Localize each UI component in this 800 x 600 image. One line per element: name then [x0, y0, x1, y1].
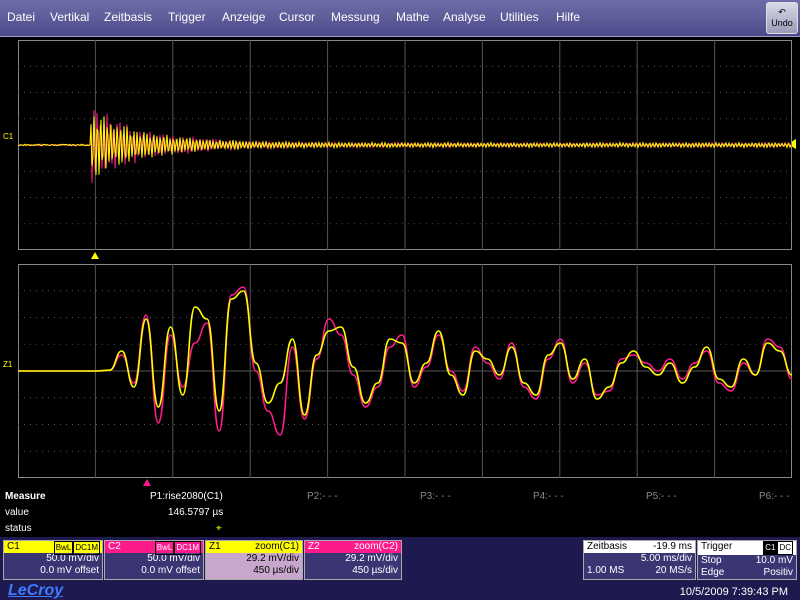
trigger-position-marker [91, 252, 99, 259]
measure-p1-label[interactable]: P1:rise2080(C1) [150, 491, 223, 502]
brand-logo: LeCroy [8, 582, 64, 599]
timebase-div: 5.00 ms/div [640, 553, 692, 564]
c1-descriptor[interactable]: C1 BwL DC1M 50.0 mV/div 0.0 mV offset [3, 540, 103, 580]
z2-header: Z2 zoom(C2) [305, 541, 401, 553]
c1-coupling-tag: DC1M [73, 541, 100, 555]
trigger-slope: Positiv [763, 567, 793, 578]
trigger-descriptor[interactable]: Trigger C1 DC Stop 10.0 mV Edge Positiv [697, 540, 797, 580]
timebase-title: Zeitbasis [587, 541, 628, 552]
measure-title: Measure [5, 491, 46, 502]
c1-offset: 0.0 mV offset [40, 565, 99, 576]
timebase-rate: 20 MS/s [655, 565, 692, 576]
trigger-level: 10.0 mV [755, 555, 793, 566]
menu-zeitbasis[interactable]: Zeitbasis [104, 10, 152, 24]
main-waveform-grid[interactable] [18, 40, 792, 250]
undo-label: Undo [771, 18, 793, 28]
zoom-z1-label: Z1 [3, 360, 13, 369]
measure-panel: Measure value status P1:rise2080(C1) 146… [0, 489, 800, 537]
measure-p1-status: ⌖ [216, 523, 222, 534]
z2-tdiv: 450 µs/div [352, 565, 398, 576]
menu-bar: Datei Vertikal Zeitbasis Trigger Anzeige Curs… [0, 0, 800, 37]
date-time: 10/5/2009 7:39:43 PM [679, 586, 788, 598]
undo-button[interactable]: ↶ Undo [766, 2, 798, 34]
menu-messung[interactable]: Messung [331, 10, 380, 24]
zoom-waveform-grid[interactable] [18, 264, 792, 478]
menu-trigger[interactable]: Trigger [168, 10, 206, 24]
c2-coupling-tag: DC1M [174, 541, 201, 555]
measure-p6-label[interactable]: P6:- - - [759, 491, 790, 502]
undo-icon: ↶ [778, 7, 786, 17]
menu-hilfe[interactable]: Hilfe [556, 10, 580, 24]
c2-bwl-tag: BwL [154, 541, 175, 555]
z1-vdiv: 29.2 mV/div [246, 553, 299, 564]
z2-descriptor[interactable]: Z2 zoom(C2) 29.2 mV/div 450 µs/div [304, 540, 402, 580]
z1-descriptor[interactable]: Z1 zoom(C1) 29.2 mV/div 450 µs/div [205, 540, 303, 580]
menu-analyse[interactable]: Analyse [443, 10, 486, 24]
c1-bwl-tag: BwL [53, 541, 74, 555]
z2-name: Z2 [308, 541, 320, 552]
menu-vertikal[interactable]: Vertikal [50, 10, 89, 24]
measure-row-status: status [5, 523, 32, 534]
measure-row-value: value [5, 507, 29, 518]
measure-p1-value: 146.5797 µs [168, 507, 224, 518]
menu-cursor[interactable]: Cursor [279, 10, 315, 24]
c1-name: C1 [7, 541, 20, 552]
z1-source: zoom(C1) [255, 541, 299, 552]
trigger-coupling-tag: DC [777, 541, 793, 555]
z2-source: zoom(C2) [354, 541, 398, 552]
menu-mathe[interactable]: Mathe [396, 10, 429, 24]
trigger-title: Trigger [701, 541, 733, 552]
c2-name: C2 [108, 541, 121, 552]
trigger-type: Edge [701, 567, 725, 578]
measure-p3-label[interactable]: P3:- - - [420, 491, 451, 502]
c2-descriptor[interactable]: C2 BwL DC1M 50.0 mV/div 0.0 mV offset [104, 540, 204, 580]
z1-name: Z1 [209, 541, 221, 552]
timebase-samples: 1.00 MS [587, 565, 625, 576]
c2-header: C2 BwL DC1M [105, 541, 203, 555]
status-bar: C1 BwL DC1M 50.0 mV/div 0.0 mV offset C2 … [0, 537, 800, 600]
channel-c1-label: C1 [3, 132, 14, 141]
menu-utilities[interactable]: Utilities [500, 10, 539, 24]
menu-anzeige[interactable]: Anzeige [222, 10, 265, 24]
timebase-delay: -19.9 ms [653, 541, 692, 552]
trigger-mode: Stop [701, 555, 722, 566]
trigger-source-tag: C1 [763, 541, 778, 555]
c1-header: C1 BwL DC1M [4, 541, 102, 555]
timebase-descriptor[interactable]: Zeitbasis -19.9 ms 5.00 ms/div 1.00 MS 20 … [583, 540, 696, 580]
z1-header: Z1 zoom(C1) [206, 541, 302, 553]
measure-p2-label[interactable]: P2:- - - [307, 491, 338, 502]
z1-tdiv: 450 µs/div [253, 565, 299, 576]
measure-p5-label[interactable]: P5:- - - [646, 491, 677, 502]
z2-vdiv: 29.2 mV/div [345, 553, 398, 564]
c2-offset: 0.0 mV offset [141, 565, 200, 576]
measure-p4-label[interactable]: P4:- - - [533, 491, 564, 502]
zoom-position-marker [143, 479, 151, 486]
menu-datei[interactable]: Datei [7, 10, 35, 24]
